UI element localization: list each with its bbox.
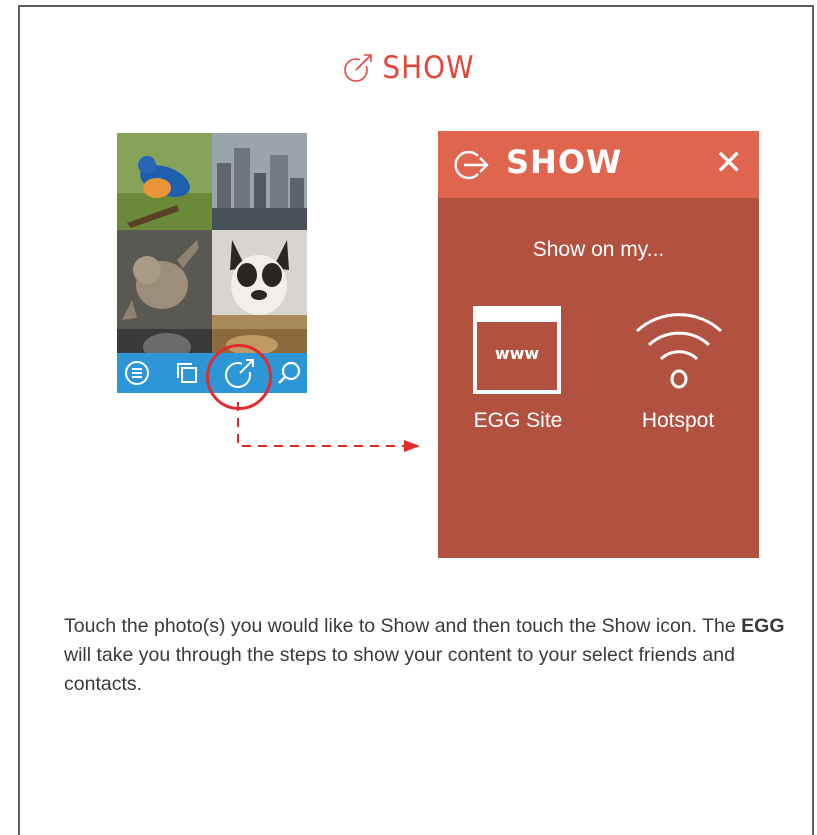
menu-icon[interactable] [123, 359, 151, 387]
search-icon[interactable] [275, 359, 303, 387]
dashed-arrow [237, 402, 420, 452]
page-title: SHOW [0, 50, 817, 86]
photo-tile-portrait[interactable] [117, 329, 212, 353]
show-arrow-icon [454, 150, 489, 180]
show-panel: SHOW ✕ Show on my... www EGG Site Hotspo… [438, 131, 759, 558]
show-share-icon [344, 52, 375, 82]
page-title-text: SHOW [382, 50, 475, 86]
hotspot-option[interactable]: Hotspot [608, 306, 748, 446]
description-egg: EGG [741, 615, 785, 637]
description-part2: will take you through the steps to show … [64, 644, 735, 695]
copy-icon[interactable] [173, 359, 201, 387]
egg-site-label: EGG Site [473, 409, 563, 432]
photo-tile-cat[interactable] [117, 230, 212, 329]
www-browser-icon: www [473, 306, 561, 394]
photo-tile-city[interactable] [212, 133, 307, 230]
photo-tile-dog[interactable] [212, 230, 307, 329]
photo-tile-bird[interactable] [117, 133, 212, 230]
close-icon[interactable]: ✕ [715, 145, 744, 181]
wifi-hotspot-icon [635, 313, 723, 389]
egg-site-option[interactable]: www EGG Site [448, 306, 588, 446]
hotspot-label: Hotspot [641, 409, 715, 432]
www-icon-text: www [494, 344, 540, 363]
description-part1: Touch the photo(s) you would like to Sho… [64, 615, 742, 637]
show-panel-header: SHOW ✕ [438, 131, 759, 198]
show-panel-title: SHOW [506, 143, 623, 181]
description-text: Touch the photo(s) you would like to Sho… [64, 612, 804, 699]
show-panel-prompt: Show on my... [532, 238, 665, 261]
phone-screen [117, 133, 307, 393]
